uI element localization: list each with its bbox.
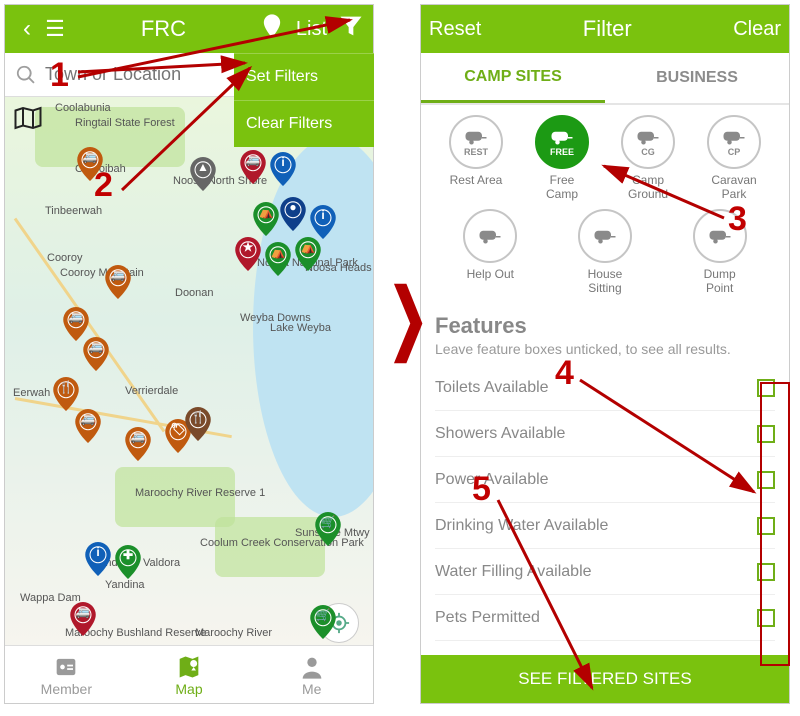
town-label: Doonan: [175, 287, 214, 299]
map-pin[interactable]: ⛺: [253, 202, 279, 236]
callout-5: 5: [472, 470, 491, 509]
map-pin[interactable]: 🍴: [53, 377, 79, 411]
tab-business[interactable]: BUSINESS: [605, 53, 789, 103]
map-pin[interactable]: i: [310, 205, 336, 239]
set-filters-item[interactable]: Set Filters: [234, 53, 374, 100]
filter-dropdown: Set Filters Clear Filters: [234, 53, 374, 147]
add-location-icon[interactable]: [258, 12, 286, 46]
list-toggle[interactable]: List: [296, 18, 327, 41]
filter-icon[interactable]: [337, 12, 365, 46]
feature-label: Water Filling Available: [435, 563, 592, 581]
tab-me-label: Me: [302, 681, 321, 697]
tab-map-label: Map: [175, 681, 202, 697]
map-pin[interactable]: 🚐: [70, 602, 96, 636]
town-label: Maroochy River Reserve 1: [135, 487, 265, 499]
feature-row[interactable]: Drinking Water Available: [435, 503, 775, 549]
phone-filter-screen: Reset Filter Clear CAMP SITES BUSINESS R…: [420, 4, 790, 704]
category-caravan-park[interactable]: CPCaravanPark: [695, 115, 773, 201]
feature-row[interactable]: Showers Available: [435, 411, 775, 457]
town-label: Cooroy Mountain: [60, 267, 144, 279]
tab-member[interactable]: Member: [5, 646, 128, 703]
callout-3: 3: [728, 200, 747, 239]
category-dump-point[interactable]: DumpPoint: [681, 209, 759, 295]
map-pin[interactable]: 🍴: [185, 407, 211, 441]
phone-map-screen: ‹ ☰ FRC List Set Filters Clear Filters: [4, 4, 374, 704]
map-pin[interactable]: ▲: [190, 157, 216, 191]
filter-tabs: CAMP SITES BUSINESS: [421, 53, 789, 105]
tab-map[interactable]: Map: [128, 646, 251, 703]
feature-row[interactable]: Pets Permitted: [435, 595, 775, 641]
town-label: Maroochy River: [195, 627, 272, 639]
bottom-tabbar: Member Map Me: [5, 645, 373, 703]
town-label: Ringtail State Forest: [75, 117, 175, 129]
category-house-sitting[interactable]: HouseSitting: [566, 209, 644, 295]
map-layers-icon[interactable]: [13, 105, 43, 136]
map-pin[interactable]: 🛒: [310, 605, 336, 639]
town-label: Valdora: [143, 557, 180, 569]
tab-me[interactable]: Me: [250, 646, 373, 703]
callout-2: 2: [94, 166, 113, 205]
map-pin[interactable]: ⛺: [295, 237, 321, 271]
map-pin[interactable]: i: [85, 542, 111, 576]
map-pin[interactable]: ●: [280, 197, 306, 231]
town-label: Tinbeerwah: [45, 205, 102, 217]
map-pin[interactable]: 🚐: [125, 427, 151, 461]
map-pin[interactable]: 🚐: [105, 265, 131, 299]
see-filtered-sites-button[interactable]: SEE FILTERED SITES: [421, 655, 789, 703]
feature-label: Drinking Water Available: [435, 517, 608, 535]
feature-label: Power Available: [435, 471, 549, 489]
map-pin[interactable]: 🚐: [83, 337, 109, 371]
town-label: Cooroy: [47, 252, 82, 264]
reset-button[interactable]: Reset: [429, 18, 481, 41]
town-label: Coolabunia: [55, 102, 111, 114]
feature-label: Showers Available: [435, 425, 565, 443]
search-icon: [15, 64, 37, 86]
tab-member-label: Member: [41, 681, 92, 697]
tab-camp-sites[interactable]: CAMP SITES: [421, 53, 605, 103]
menu-icon[interactable]: ☰: [41, 16, 69, 42]
feature-label: Pets Permitted: [435, 609, 540, 627]
map-pin[interactable]: 🛒: [315, 512, 341, 546]
map-pin[interactable]: 🚐: [240, 150, 266, 184]
map-pin[interactable]: 🚐: [63, 307, 89, 341]
step-arrow-icon: ❯: [388, 273, 428, 363]
features-subtitle: Leave feature boxes unticked, to see all…: [435, 341, 775, 357]
map-canvas[interactable]: Near By CoolabuniaRingtail State ForestC…: [5, 97, 373, 657]
category-camp-ground[interactable]: CGCampGround: [609, 115, 687, 201]
callout-1: 1: [50, 56, 69, 95]
app-title: FRC: [69, 16, 258, 42]
category-help-out[interactable]: Help Out: [451, 209, 529, 295]
feature-label: Toilets Available: [435, 379, 549, 397]
callout-4: 4: [555, 354, 574, 393]
map-pin[interactable]: 🚐: [75, 409, 101, 443]
map-pin[interactable]: ✚: [115, 545, 141, 579]
town-label: Yandina: [105, 579, 145, 591]
town-label: Verrierdale: [125, 385, 178, 397]
clear-button[interactable]: Clear: [733, 18, 781, 41]
clear-filters-item[interactable]: Clear Filters: [234, 100, 374, 147]
feature-row[interactable]: Toilets Available: [435, 365, 775, 411]
map-pin[interactable]: i: [270, 152, 296, 186]
callout-box-checkboxes: [760, 382, 790, 666]
category-free-camp[interactable]: FREEFreeCamp: [523, 115, 601, 201]
map-topbar: ‹ ☰ FRC List: [5, 5, 373, 53]
filter-topbar: Reset Filter Clear: [421, 5, 789, 53]
filter-title: Filter: [481, 16, 733, 42]
town-label: Lake Weyba: [270, 322, 331, 334]
map-pin[interactable]: ★: [235, 237, 261, 271]
category-rest-area[interactable]: RESTRest Area: [437, 115, 515, 201]
features-heading: Features: [435, 313, 775, 339]
back-icon[interactable]: ‹: [13, 15, 41, 43]
map-pin[interactable]: ⛺: [265, 242, 291, 276]
feature-row[interactable]: Water Filling Available: [435, 549, 775, 595]
